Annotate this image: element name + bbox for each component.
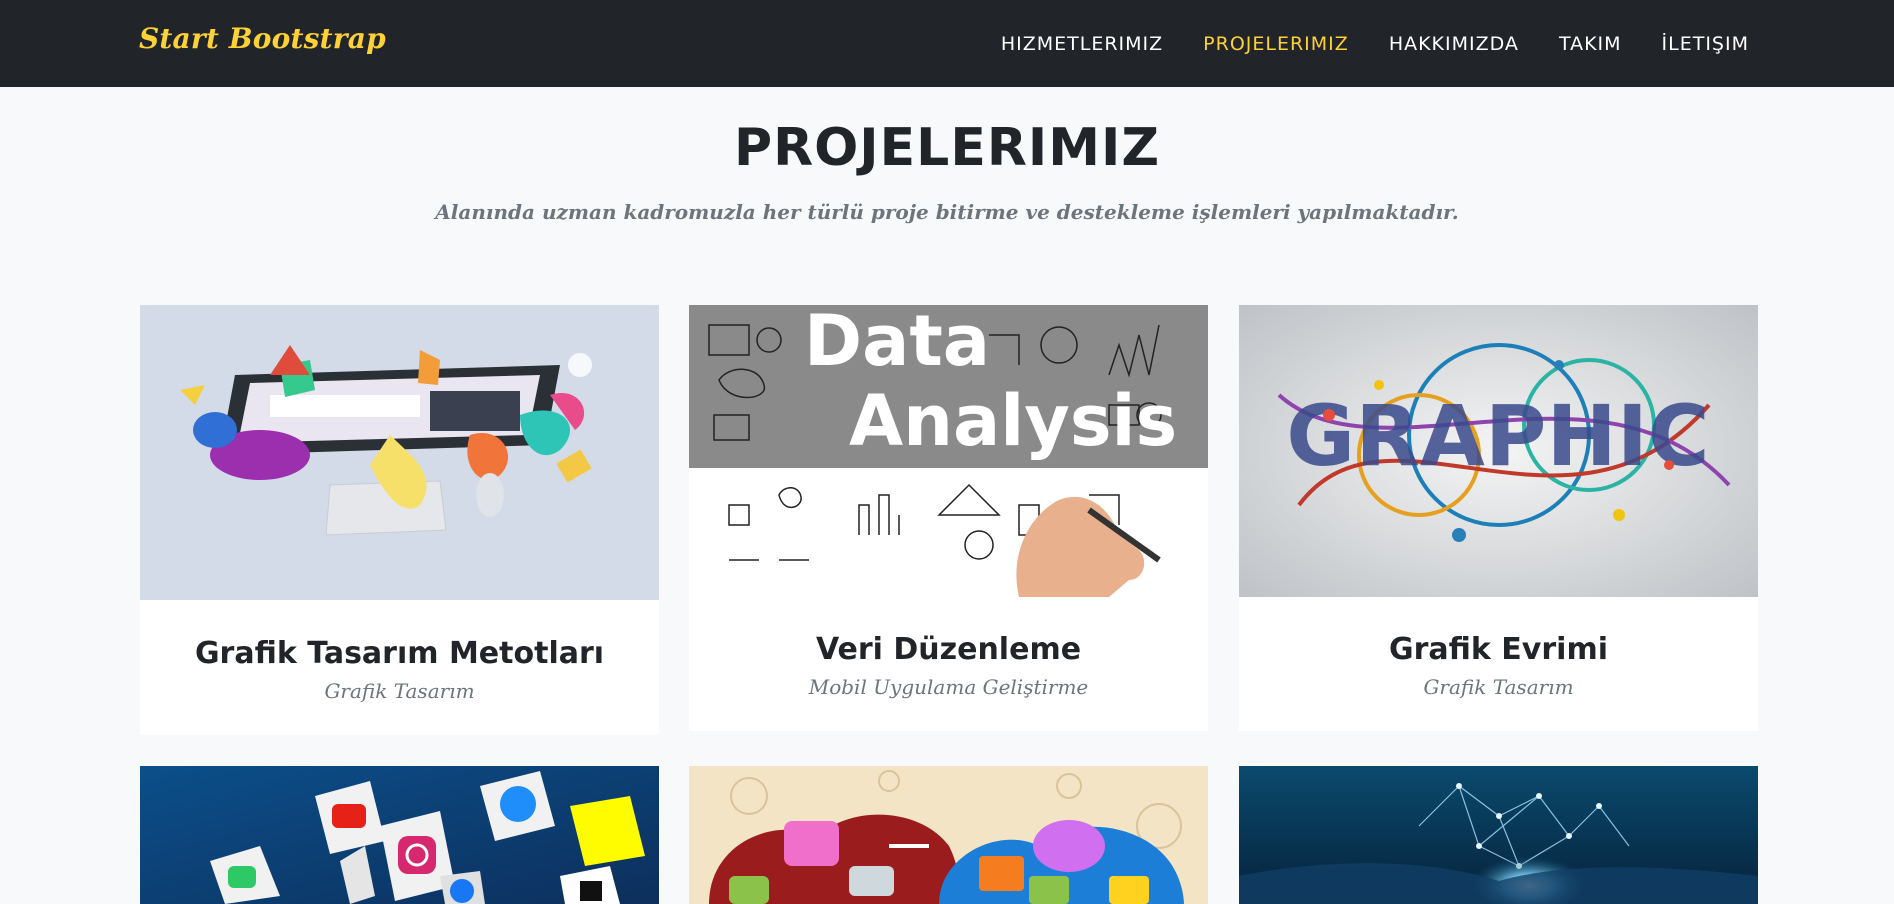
portfolio-title: Grafik Evrimi xyxy=(1389,632,1608,667)
portfolio-subtitle: Grafik Tasarım xyxy=(324,679,475,703)
portfolio-item-1[interactable]: Grafik Tasarım Metotları Grafik Tasarım xyxy=(140,305,659,735)
nav-link-takim[interactable]: TAKIM xyxy=(1559,33,1622,55)
portfolio-title: Veri Düzenleme xyxy=(815,632,1082,667)
graphic-word: GRAPHIC xyxy=(1286,387,1709,485)
portfolio-item-5[interactable] xyxy=(689,766,1208,904)
portfolio-title: Grafik Tasarım Metotları xyxy=(194,636,605,671)
portfolio-subtitle: Mobil Uygulama Geliştirme xyxy=(808,675,1089,699)
portfolio-item-4[interactable] xyxy=(140,766,659,904)
analysis-word: Analysis xyxy=(849,380,1177,462)
brand-logo[interactable]: Start Bootstrap xyxy=(139,22,386,55)
portfolio-image-graphic: GRAPHIC xyxy=(1239,305,1758,597)
portfolio-image-social-media xyxy=(140,766,659,904)
portfolio-item-6[interactable] xyxy=(1239,766,1758,904)
portfolio-image-design xyxy=(140,305,659,600)
nav-link-hizmetlerimiz[interactable]: HIZMETLERIMIZ xyxy=(1001,33,1163,55)
data-word: Data xyxy=(804,305,990,382)
nav-link-projelerimiz[interactable]: PROJELERIMIZ xyxy=(1203,33,1349,55)
portfolio-image-chat-bubbles xyxy=(689,766,1208,904)
section-heading: PROJELERIMIZ xyxy=(733,118,1161,178)
nav-link-iletisim[interactable]: İLETIŞIM xyxy=(1662,33,1749,55)
nav-links: HIZMETLERIMIZ PROJELERIMIZ HAKKIMIZDA TA… xyxy=(961,0,1749,87)
portfolio-item-3[interactable]: GRAPHIC Grafik Evrimi Grafik Tasarım xyxy=(1239,305,1758,731)
portfolio-item-2[interactable]: Data Analysis Veri Düzenleme Mobil Uygul… xyxy=(689,305,1208,731)
portfolio-image-network xyxy=(1239,766,1758,904)
navbar: Start Bootstrap HIZMETLERIMIZ PROJELERIM… xyxy=(0,0,1894,87)
portfolio-image-data-analysis: Data Analysis xyxy=(689,305,1208,597)
nav-link-hakkimizda[interactable]: HAKKIMIZDA xyxy=(1389,33,1519,55)
section-subheading: Alanında uzman kadromuzla her türlü proj… xyxy=(435,200,1459,224)
portfolio-subtitle: Grafik Tasarım xyxy=(1423,675,1574,699)
